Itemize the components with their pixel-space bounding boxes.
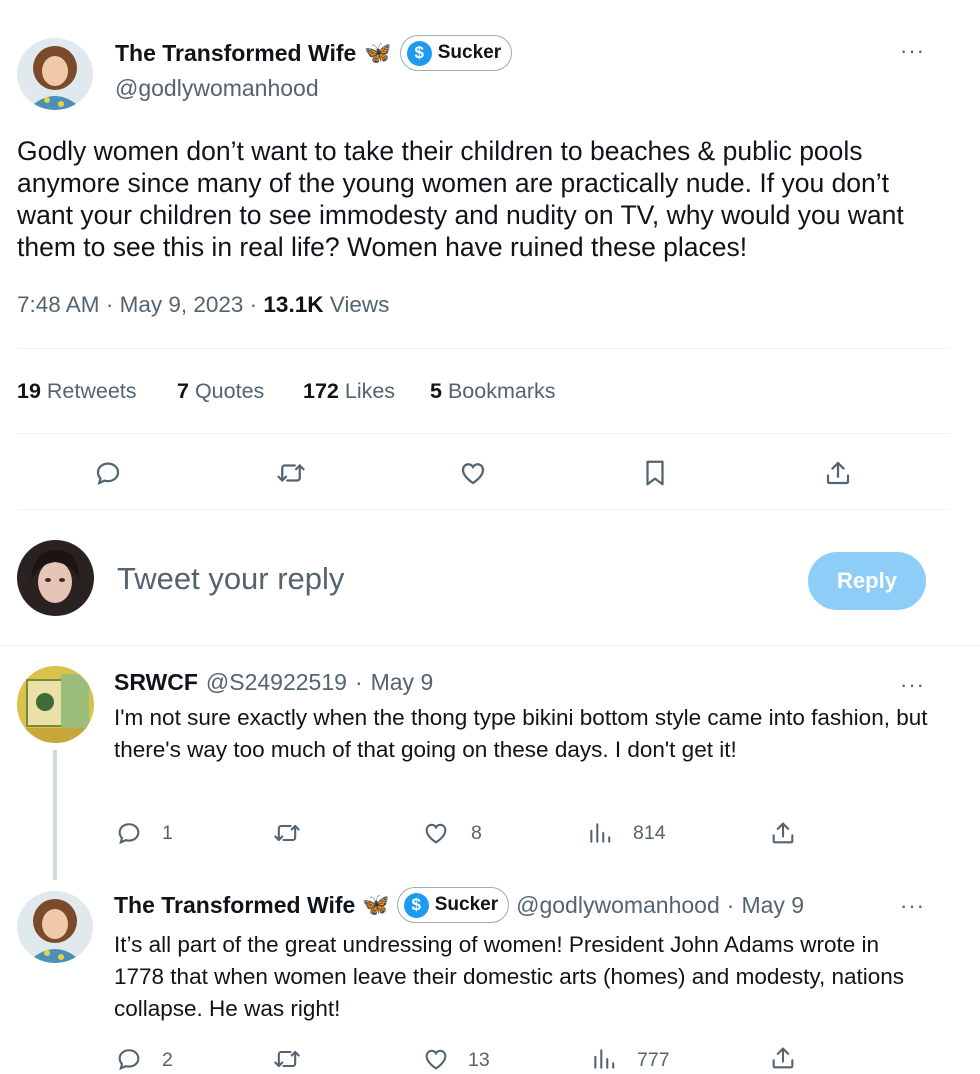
badge-label: Sucker: [434, 894, 499, 915]
views-label: Views: [329, 292, 390, 317]
more-options-icon[interactable]: ···: [900, 895, 925, 917]
like-icon[interactable]: [421, 1044, 451, 1074]
share-icon[interactable]: [768, 1044, 798, 1069]
stat-likes[interactable]: 172 Likes: [303, 379, 395, 404]
reply-text: It’s all part of the great undressing of…: [114, 932, 904, 1021]
views-icon[interactable]: [585, 818, 615, 848]
more-options-icon[interactable]: ···: [900, 40, 925, 62]
retweet-icon[interactable]: [270, 818, 304, 848]
author-name[interactable]: The Transformed Wife: [115, 40, 356, 67]
reply-date[interactable]: May 9: [371, 669, 434, 696]
like-icon[interactable]: [455, 455, 491, 491]
like-icon[interactable]: [421, 818, 451, 848]
retweet-icon[interactable]: [270, 1044, 304, 1074]
reply-icon[interactable]: [114, 1044, 144, 1074]
reply-count: 1: [162, 822, 173, 844]
reply-icon[interactable]: [90, 455, 126, 491]
stat-bookmarks[interactable]: 5 Bookmarks: [430, 379, 556, 404]
bookmark-icon[interactable]: [637, 455, 673, 491]
reply-avatar[interactable]: [17, 666, 94, 743]
author-avatar[interactable]: [17, 38, 93, 110]
dollar-icon: $: [406, 40, 432, 66]
section-divider: [0, 645, 980, 646]
dollar-icon: $: [403, 892, 429, 918]
reply-date[interactable]: May 9: [741, 892, 804, 919]
sucker-badge[interactable]: $ Sucker: [399, 35, 513, 71]
butterfly-icon: 🦋: [362, 892, 390, 917]
reply-button[interactable]: Reply: [808, 552, 926, 610]
share-icon[interactable]: [768, 818, 798, 848]
reply-author-name[interactable]: SRWCF: [114, 669, 198, 696]
reply-author-name[interactable]: The Transformed Wife: [114, 892, 355, 919]
sucker-badge[interactable]: $ Sucker: [396, 887, 510, 923]
stat-retweets[interactable]: 19 Retweets: [17, 379, 137, 404]
author-handle[interactable]: @godlywomanhood: [115, 75, 319, 102]
divider: [17, 348, 950, 349]
more-options-icon[interactable]: ···: [900, 674, 925, 696]
tweet-text: Godly women don’t want to take their chi…: [17, 136, 904, 262]
badge-label: Sucker: [437, 42, 502, 63]
tweet-time[interactable]: 7:48 AM: [17, 292, 100, 317]
share-icon[interactable]: [820, 455, 856, 491]
butterfly-icon: 🦋: [364, 40, 392, 65]
views-icon[interactable]: [589, 1044, 619, 1074]
divider: [17, 433, 950, 434]
like-count: 8: [471, 822, 482, 844]
tweet-meta: 7:48 AM · May 9, 2023 · 13.1K Views: [17, 292, 390, 317]
views-count: 814: [633, 822, 666, 844]
user-avatar[interactable]: [17, 540, 94, 616]
retweet-icon[interactable]: [272, 455, 310, 491]
tweet-date[interactable]: May 9, 2023: [120, 292, 244, 317]
reply-avatar[interactable]: [17, 891, 93, 963]
divider: [17, 509, 950, 510]
reply-icon[interactable]: [114, 818, 144, 848]
reply-input[interactable]: Tweet your reply: [117, 561, 344, 597]
reply-author-handle[interactable]: @S24922519: [206, 669, 347, 696]
stat-quotes[interactable]: 7 Quotes: [177, 379, 264, 404]
thread-line: [53, 750, 57, 880]
reply-author-handle[interactable]: @godlywomanhood: [516, 892, 720, 919]
reply-text: I'm not sure exactly when the thong type…: [114, 705, 928, 762]
views-count: 13.1K: [263, 292, 324, 317]
